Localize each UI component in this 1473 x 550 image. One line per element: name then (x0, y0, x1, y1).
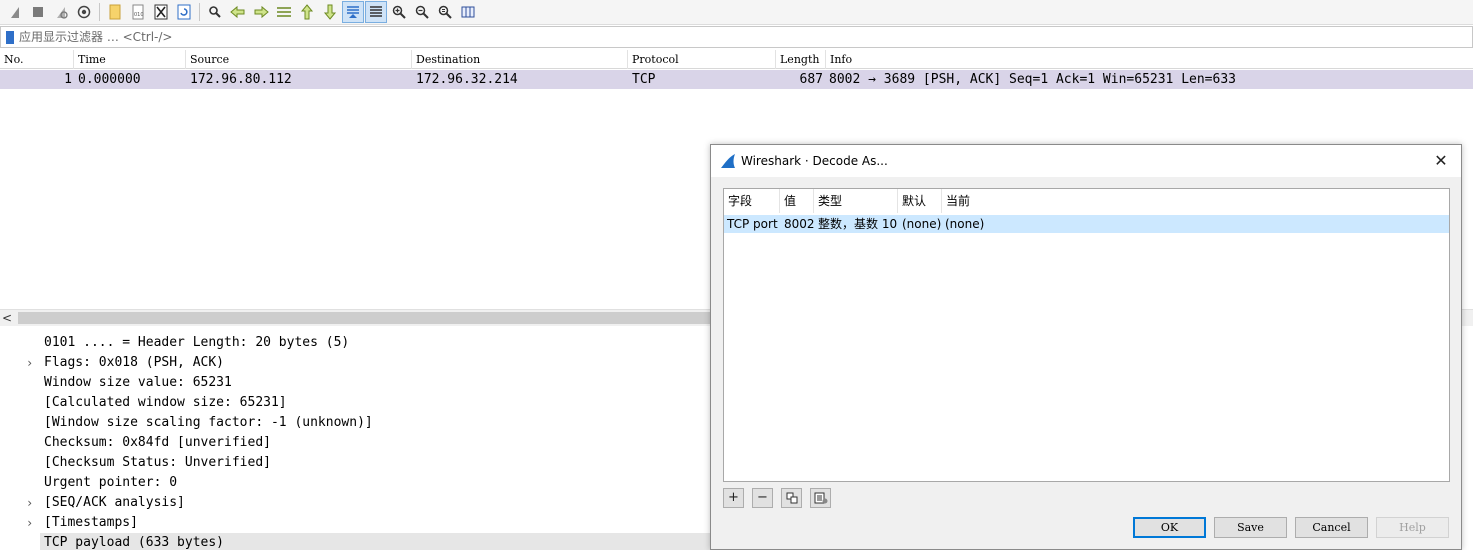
toolbar-separator (99, 3, 100, 21)
detail-text: [Calculated window size: 65231] (44, 395, 287, 410)
column-header-info[interactable]: Info (826, 50, 1473, 69)
column-header-type[interactable]: 类型 (814, 189, 898, 213)
column-header-time[interactable]: Time (74, 50, 186, 69)
close-file-icon[interactable] (150, 1, 172, 23)
main-toolbar: 010 (0, 0, 1473, 25)
cancel-button[interactable]: Cancel (1295, 517, 1368, 538)
chevron-right-icon[interactable]: › (26, 353, 38, 373)
dialog-title-bar[interactable]: Wireshark · Decode As... ✕ (711, 145, 1461, 177)
open-file-icon[interactable] (104, 1, 126, 23)
column-header-source[interactable]: Source (186, 50, 412, 69)
column-header-current[interactable]: 当前 (942, 189, 1002, 213)
detail-line[interactable]: › [SEQ/ACK analysis] (0, 493, 700, 513)
packet-info: 8002 → 3689 [PSH, ACK] Seq=1 Ack=1 Win=6… (829, 72, 1236, 87)
detail-text: Flags: 0x018 (PSH, ACK) (44, 355, 225, 370)
dialog-title: Wireshark · Decode As... (741, 154, 888, 168)
copy-entry-button[interactable] (781, 488, 802, 508)
detail-text: TCP payload (633 bytes) (44, 535, 225, 550)
remove-entry-button[interactable]: − (752, 488, 773, 508)
packet-time: 0.000000 (78, 72, 141, 87)
zoom-out-icon[interactable] (411, 1, 433, 23)
svg-text:010: 010 (134, 12, 144, 18)
detail-line[interactable]: Window size value: 65231 (0, 373, 700, 393)
detail-line[interactable]: [Calculated window size: 65231] (0, 393, 700, 413)
save-file-icon[interactable]: 010 (127, 1, 149, 23)
clear-list-button[interactable] (810, 488, 831, 508)
packet-list-header: No. Time Source Destination Protocol Len… (0, 50, 1473, 69)
zoom-in-icon[interactable] (388, 1, 410, 23)
detail-line[interactable]: Urgent pointer: 0 (0, 473, 700, 493)
cell-type: 整数，基数 10 (818, 217, 898, 231)
bookmark-icon[interactable] (1, 27, 19, 47)
detail-text: [SEQ/ACK analysis] (44, 495, 185, 510)
scroll-left-icon[interactable]: < (2, 310, 16, 327)
ok-button[interactable]: OK (1133, 517, 1206, 538)
forward-icon[interactable] (250, 1, 272, 23)
find-icon[interactable] (204, 1, 226, 23)
column-header-protocol[interactable]: Protocol (628, 50, 776, 69)
last-packet-icon[interactable] (319, 1, 341, 23)
decode-as-table: 字段 值 类型 默认 当前 TCP port 8002 整数，基数 10 (no… (723, 188, 1450, 482)
cell-default: (none) (902, 217, 942, 231)
detail-text: [Checksum Status: Unverified] (44, 455, 271, 470)
cell-field: TCP port (727, 217, 778, 231)
detail-text: [Window size scaling factor: -1 (unknown… (44, 415, 373, 430)
detail-text: [Timestamps] (44, 515, 138, 530)
column-header-field[interactable]: 字段 (724, 189, 780, 213)
add-entry-button[interactable]: + (723, 488, 744, 508)
clear-list-icon (814, 492, 827, 504)
detail-text: Checksum: 0x84fd [unverified] (44, 435, 271, 450)
toolbar-separator (199, 3, 200, 21)
column-header-no[interactable]: No. (0, 50, 74, 69)
colorize-icon[interactable] (365, 1, 387, 23)
column-header-destination[interactable]: Destination (412, 50, 628, 69)
plus-icon: + (728, 490, 739, 505)
restart-icon[interactable] (50, 1, 72, 23)
packet-row[interactable]: 1 0.000000 172.96.80.112 172.96.32.214 T… (0, 70, 1473, 89)
back-icon[interactable] (227, 1, 249, 23)
copy-icon (786, 492, 797, 504)
detail-line[interactable]: › [Timestamps] (0, 513, 700, 533)
column-header-value[interactable]: 值 (780, 189, 814, 213)
column-header-default[interactable]: 默认 (898, 189, 942, 213)
display-filter-bar (0, 26, 1473, 48)
packet-protocol: TCP (632, 72, 656, 87)
minus-icon: − (757, 490, 768, 505)
options-icon[interactable] (73, 1, 95, 23)
save-button[interactable]: Save (1214, 517, 1287, 538)
packet-destination: 172.96.32.214 (416, 72, 518, 87)
detail-line[interactable]: Checksum: 0x84fd [unverified] (0, 433, 700, 453)
reload-icon[interactable] (173, 1, 195, 23)
first-packet-icon[interactable] (296, 1, 318, 23)
packet-length: 687 (799, 72, 823, 87)
chevron-right-icon[interactable]: › (26, 493, 38, 513)
cell-current[interactable]: (none) (942, 215, 984, 233)
autoscroll-icon[interactable] (342, 1, 364, 23)
shark-fin-start-icon[interactable] (4, 1, 26, 23)
cell-value[interactable]: 8002 (781, 215, 815, 233)
normal-size-icon[interactable] (434, 1, 456, 23)
detail-line[interactable]: [Checksum Status: Unverified] (0, 453, 700, 473)
wireshark-fin-icon (721, 154, 735, 168)
chevron-right-icon[interactable]: › (26, 513, 38, 533)
column-header-length[interactable]: Length (776, 50, 826, 69)
display-filter-input[interactable] (19, 30, 619, 44)
resize-columns-icon[interactable] (457, 1, 479, 23)
packet-no: 1 (64, 72, 72, 87)
help-button[interactable]: Help (1376, 517, 1449, 538)
stop-icon[interactable] (27, 1, 49, 23)
detail-line[interactable]: 0101 .... = Header Length: 20 bytes (5) (0, 333, 700, 353)
table-row[interactable]: TCP port 8002 整数，基数 10 (none) (none) (724, 215, 1449, 233)
detail-line-selected[interactable]: TCP payload (633 bytes) (40, 533, 710, 550)
detail-text: Window size value: 65231 (44, 375, 232, 390)
decode-as-dialog: Wireshark · Decode As... ✕ 字段 值 类型 默认 当前… (710, 144, 1462, 550)
detail-line[interactable]: › Flags: 0x018 (PSH, ACK) (0, 353, 700, 373)
scrollbar-thumb[interactable] (18, 312, 718, 324)
detail-text: Urgent pointer: 0 (44, 475, 178, 490)
close-icon[interactable]: ✕ (1429, 145, 1453, 177)
go-to-packet-icon[interactable] (273, 1, 295, 23)
detail-line[interactable]: [Window size scaling factor: -1 (unknown… (0, 413, 700, 433)
packet-source: 172.96.80.112 (190, 72, 292, 87)
detail-text: 0101 .... = Header Length: 20 bytes (5) (44, 335, 350, 350)
